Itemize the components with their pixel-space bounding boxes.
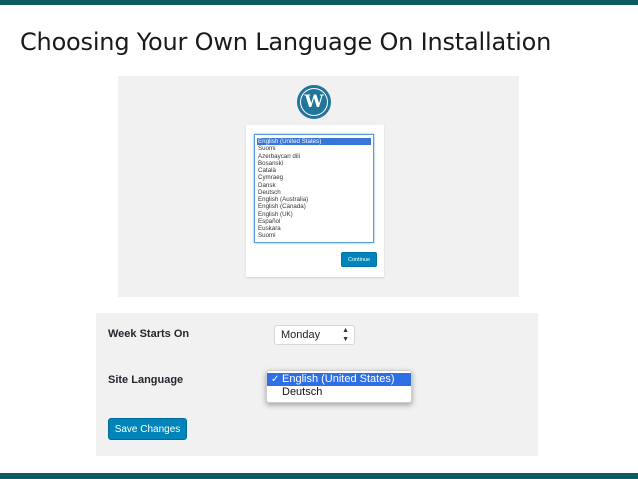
language-option[interactable]: Suomi [257,232,371,239]
language-option[interactable]: English (UK) [257,211,371,218]
language-option[interactable]: Dansk [257,182,371,189]
language-option[interactable]: Deutsch [257,189,371,196]
language-option[interactable]: Cymraeg [257,174,371,181]
language-option[interactable]: Español [257,218,371,225]
language-option[interactable]: English (Canada) [257,203,371,210]
continue-button[interactable]: Continue [341,252,377,267]
wordpress-logo-icon: W [297,85,331,119]
language-option[interactable]: Euskara [257,225,371,232]
language-option[interactable]: English (Australia) [257,196,371,203]
site-language-dropdown[interactable]: ✓ English (United States) Deutsch [266,370,412,403]
language-option[interactable]: Català [257,167,371,174]
language-list[interactable]: English (United States) Suomi Azerbaycan… [254,134,374,243]
save-changes-button[interactable]: Save Changes [108,418,187,440]
week-starts-label: Week Starts On [108,328,190,340]
language-option[interactable]: Azerbaycan dili [257,153,371,160]
bottom-accent-bar [0,473,638,479]
site-language-label: Site Language [108,374,184,386]
slide-title: Choosing Your Own Language On Installati… [20,28,552,56]
language-card: English (United States) Suomi Azerbaycan… [246,125,384,277]
select-arrows-icon: ▲ ▼ [342,327,349,343]
week-starts-select[interactable]: Monday ▲ ▼ [274,325,355,345]
language-option[interactable]: English (United States) [257,138,371,146]
language-option[interactable]: Bosanski [257,160,371,167]
settings-screenshot: Week Starts On Monday ▲ ▼ Site Language ✓… [96,313,538,456]
language-option[interactable]: Suomi [257,145,371,152]
language-option[interactable]: Deutsch [267,386,411,399]
top-accent-bar [0,0,638,5]
checkmark-icon: ✓ [271,374,280,385]
language-option-selected[interactable]: ✓ English (United States) [267,373,411,386]
week-starts-value: Monday [281,329,321,341]
installer-screenshot: W English (United States) Suomi Azerbayc… [118,76,519,297]
